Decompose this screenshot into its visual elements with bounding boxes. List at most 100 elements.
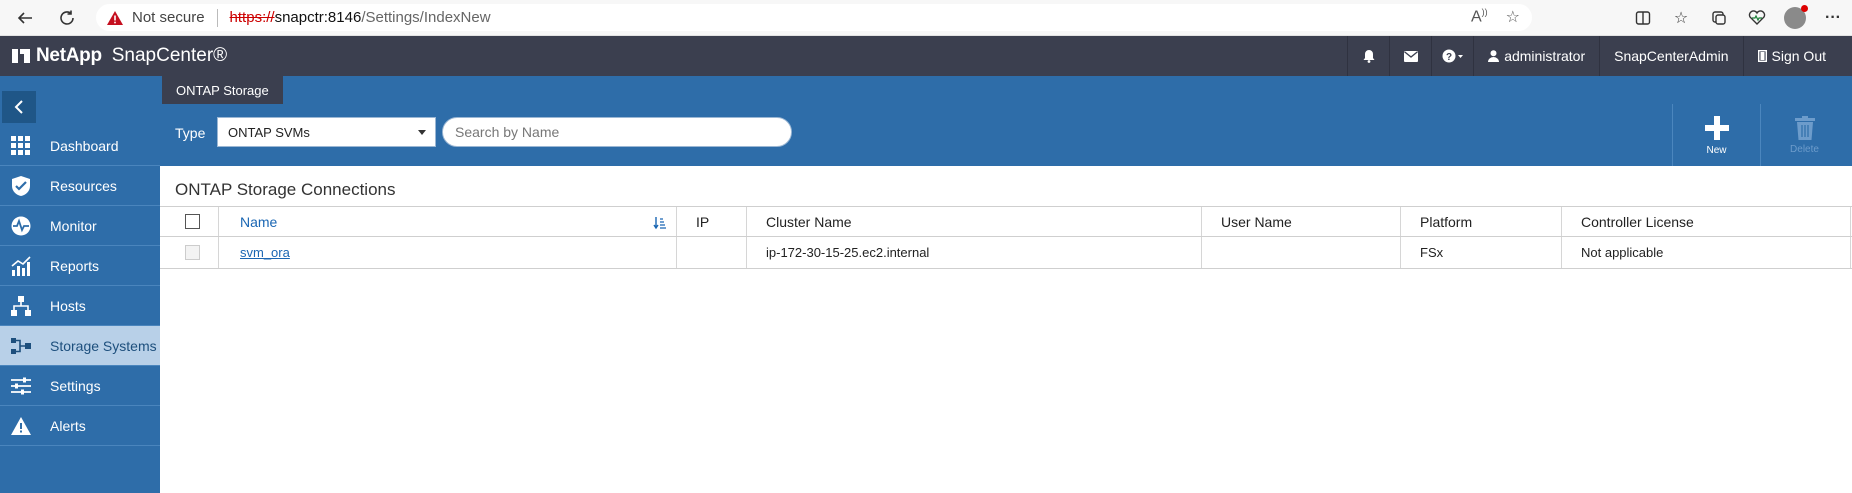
role-menu[interactable]: SnapCenterAdmin: [1599, 36, 1742, 76]
column-header-ip[interactable]: IP: [676, 207, 746, 236]
column-divider: [1850, 207, 1851, 236]
sort-ascending-icon[interactable]: [653, 216, 667, 230]
column-divider: [1850, 237, 1851, 268]
sidebar-item-label: Monitor: [50, 217, 97, 234]
user-menu[interactable]: administrator: [1473, 36, 1599, 76]
refresh-icon[interactable]: [50, 3, 84, 33]
profile-avatar[interactable]: [1776, 0, 1814, 36]
read-aloud-icon[interactable]: A)): [1471, 7, 1488, 27]
sidebar-item-monitor[interactable]: Monitor: [0, 206, 160, 246]
pulse-icon: [0, 206, 42, 246]
url-protocol: https://: [229, 9, 275, 26]
grid-icon: [0, 126, 42, 166]
new-button[interactable]: New: [1672, 104, 1760, 166]
sidebar-item-label: Alerts: [50, 417, 86, 434]
sidebar-item-label: Hosts: [50, 297, 86, 314]
sidebar-item-label: Resources: [50, 177, 117, 194]
platform-value: FSx: [1420, 245, 1444, 260]
delete-button[interactable]: Delete: [1760, 104, 1848, 166]
back-icon[interactable]: [8, 3, 42, 33]
svg-text:?: ?: [1446, 52, 1452, 63]
select-all-cell: [160, 207, 210, 236]
table-row[interactable]: svm_ora ip-172-30-15-25.ec2.internal FSx…: [160, 237, 1852, 269]
main-content: ONTAP Storage Type ONTAP SVMs New Delete…: [160, 76, 1852, 493]
search-input[interactable]: [442, 117, 792, 147]
chevron-left-icon: [14, 100, 23, 114]
sidebar-item-resources[interactable]: Resources: [0, 166, 160, 206]
tab-label: ONTAP Storage: [176, 82, 269, 98]
cell-ip: [676, 237, 746, 268]
cell-name: svm_ora: [218, 237, 671, 268]
type-label: Type: [175, 125, 206, 141]
sidebar-item-reports[interactable]: Reports: [0, 246, 160, 286]
sidebar-item-label: Reports: [50, 257, 100, 274]
collapse-sidebar-button[interactable]: [2, 91, 36, 123]
messages-envelope-icon[interactable]: [1389, 36, 1431, 76]
address-bar[interactable]: Not secure https://snapctr:8146/Settings…: [96, 4, 1532, 31]
new-label: New: [1706, 144, 1727, 156]
controller-license-value: Not applicable: [1581, 245, 1664, 260]
browser-toolbar: Not secure https://snapctr:8146/Settings…: [0, 0, 1852, 36]
sign-out-label: Sign Out: [1771, 48, 1826, 64]
tab-ontap-storage[interactable]: ONTAP Storage: [162, 76, 283, 104]
column-header-name[interactable]: Name: [218, 207, 671, 236]
address-separator: [216, 8, 218, 27]
column-header-label: Name: [240, 213, 278, 230]
column-header-user-name[interactable]: User Name: [1201, 207, 1399, 236]
collections-icon[interactable]: [1700, 0, 1738, 36]
health-icon[interactable]: [1738, 0, 1776, 36]
hierarchy-icon: [0, 286, 42, 326]
chart-icon: [0, 246, 42, 286]
filter-toolbar: Type ONTAP SVMs New Delete: [160, 104, 1852, 166]
favorite-star-icon[interactable]: ☆: [1506, 7, 1520, 27]
brand-name: NetApp: [36, 45, 102, 66]
sidebar-item-storage-systems[interactable]: Storage Systems: [0, 326, 160, 366]
sidebar-item-label: Storage Systems: [50, 337, 157, 354]
favorites-icon[interactable]: ☆: [1662, 0, 1700, 36]
sidebar: Dashboard Resources Monitor Reports Host…: [0, 76, 160, 493]
url-path: /Settings/IndexNew: [361, 9, 491, 26]
netapp-logo-icon: [12, 49, 30, 63]
shield-check-icon: [0, 166, 42, 206]
select-all-checkbox[interactable]: [185, 214, 200, 229]
sidebar-item-alerts[interactable]: Alerts: [0, 406, 160, 446]
caret-down-icon: [418, 130, 426, 135]
column-header-cluster-name[interactable]: Cluster Name: [746, 207, 1188, 236]
user-icon: [1488, 50, 1500, 62]
sliders-icon: [0, 366, 42, 406]
type-select[interactable]: ONTAP SVMs: [217, 117, 436, 147]
app-header: NetApp SnapCenter® ? administrator SnapC…: [0, 36, 1852, 76]
column-header-label: User Name: [1221, 213, 1292, 230]
column-header-label: Cluster Name: [766, 213, 852, 230]
delete-label: Delete: [1790, 143, 1819, 155]
column-header-label: IP: [696, 213, 710, 230]
cluster-name-value: ip-172-30-15-25.ec2.internal: [766, 245, 930, 260]
warning-icon: [107, 10, 123, 25]
type-select-value: ONTAP SVMs: [228, 124, 310, 140]
sign-out-icon: [1757, 50, 1767, 62]
row-checkbox[interactable]: [185, 245, 200, 260]
table-header-row: Name IP Cluster Name User Name Platform …: [160, 206, 1852, 237]
url-host: snapctr:8146: [274, 9, 362, 26]
tab-strip: ONTAP Storage: [160, 76, 1852, 104]
column-header-platform[interactable]: Platform: [1400, 207, 1560, 236]
help-dropdown-icon[interactable]: ?: [1431, 36, 1473, 76]
svm-name-link[interactable]: svm_ora: [240, 245, 290, 260]
plus-icon: [1704, 115, 1729, 140]
sidebar-item-label: Dashboard: [50, 137, 119, 154]
sidebar-item-settings[interactable]: Settings: [0, 366, 160, 406]
cell-platform: FSx: [1400, 237, 1560, 268]
split-screen-icon[interactable]: [1624, 0, 1662, 36]
notifications-bell-icon[interactable]: [1347, 36, 1389, 76]
more-menu-icon[interactable]: ···: [1814, 0, 1852, 36]
cell-cluster-name: ip-172-30-15-25.ec2.internal: [746, 237, 1188, 268]
trash-icon: [1794, 115, 1815, 140]
sidebar-item-dashboard[interactable]: Dashboard: [0, 126, 160, 166]
product-name: SnapCenter®: [111, 45, 228, 66]
not-secure-label[interactable]: Not secure: [132, 9, 205, 26]
sidebar-item-hosts[interactable]: Hosts: [0, 286, 160, 326]
column-header-controller-license[interactable]: Controller License: [1561, 207, 1851, 236]
row-select-cell: [160, 237, 210, 268]
sign-out-button[interactable]: Sign Out: [1742, 36, 1852, 76]
column-header-label: Platform: [1420, 213, 1473, 230]
